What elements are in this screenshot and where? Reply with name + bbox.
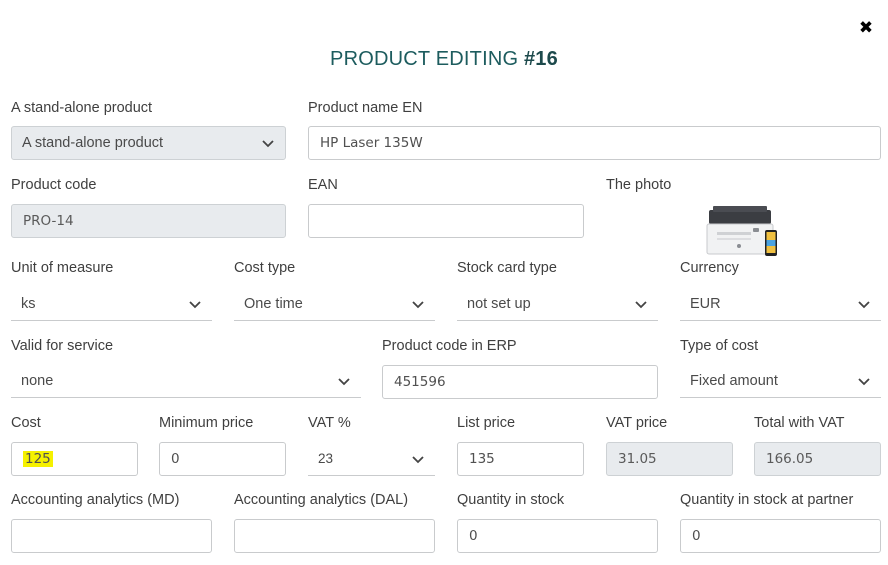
acc-dal-label: Accounting analytics (DAL) [234,492,409,508]
acc-dal-input[interactable] [234,519,435,553]
acc-md-input[interactable] [11,519,212,553]
chevron-down-icon [338,377,350,385]
erp-code-label: Product code in ERP [382,338,517,354]
chevron-down-icon [858,377,870,385]
unit-select-value: ks [21,295,36,312]
vat-select-value: 23 [318,451,334,466]
erp-code-input[interactable]: 451596 [382,365,658,399]
close-icon[interactable]: ✖ [858,20,874,37]
standalone-label: A stand-alone product [11,100,153,116]
currency-select[interactable]: EUR [680,287,881,321]
standalone-select-value: A stand-alone product [22,135,164,151]
modal-title-id: #16 [523,48,558,70]
total-vat-label: Total with VAT [754,415,845,431]
vat-select[interactable]: 23 [308,442,435,476]
modal-title: PRODUCT EDITING #16 [0,48,888,71]
currency-label: Currency [680,260,739,276]
ean-input[interactable] [308,204,584,238]
total-vat-input[interactable]: 166.05 [754,442,881,476]
modal-title-text: PRODUCT EDITING [330,48,524,70]
product-name-label: Product name EN [308,100,423,116]
cost-input[interactable]: 125 [11,442,138,476]
cost-type-select[interactable]: One time [234,287,435,321]
chevron-down-icon [262,140,274,148]
valid-service-label: Valid for service [11,338,114,354]
stock-card-select[interactable]: not set up [457,287,658,321]
type-of-cost-select-value: Fixed amount [690,372,778,389]
currency-select-value: EUR [690,295,721,312]
list-price-label: List price [457,415,516,431]
qty-stock-input[interactable]: 0 [457,519,658,553]
stock-card-label: Stock card type [457,260,557,276]
product-name-input[interactable]: HP Laser 135W [308,126,881,160]
qty-partner-label: Quantity in stock at partner [680,492,854,508]
chevron-down-icon [858,300,870,308]
vat-price-label: VAT price [606,415,668,431]
printer-photo-icon[interactable] [703,202,781,260]
qty-partner-input[interactable]: 0 [680,519,881,553]
type-of-cost-label: Type of cost [680,338,759,354]
type-of-cost-select[interactable]: Fixed amount [680,364,881,398]
ean-label: EAN [308,177,338,193]
unit-select[interactable]: ks [11,287,212,321]
chevron-down-icon [189,300,201,308]
stock-card-select-value: not set up [467,295,531,312]
cost-input-value: 125 [23,451,53,467]
list-price-input[interactable]: 135 [457,442,584,476]
chevron-down-icon [412,455,424,463]
unit-label: Unit of measure [11,260,114,276]
photo-label: The photo [606,177,672,193]
min-price-input[interactable]: 0 [159,442,286,476]
product-code-label: Product code [11,177,97,193]
chevron-down-icon [412,300,424,308]
cost-label: Cost [11,415,41,431]
chevron-down-icon [635,300,647,308]
valid-service-select[interactable]: none [11,364,361,398]
vat-label: VAT % [308,415,351,431]
standalone-select[interactable]: A stand-alone product [11,126,286,160]
product-code-input[interactable]: PRO-14 [11,204,286,238]
cost-type-label: Cost type [234,260,296,276]
valid-service-select-value: none [21,372,54,389]
vat-price-input[interactable]: 31.05 [606,442,733,476]
cost-type-select-value: One time [244,295,303,312]
qty-stock-label: Quantity in stock [457,492,565,508]
acc-md-label: Accounting analytics (MD) [11,492,180,508]
min-price-label: Minimum price [159,415,254,431]
